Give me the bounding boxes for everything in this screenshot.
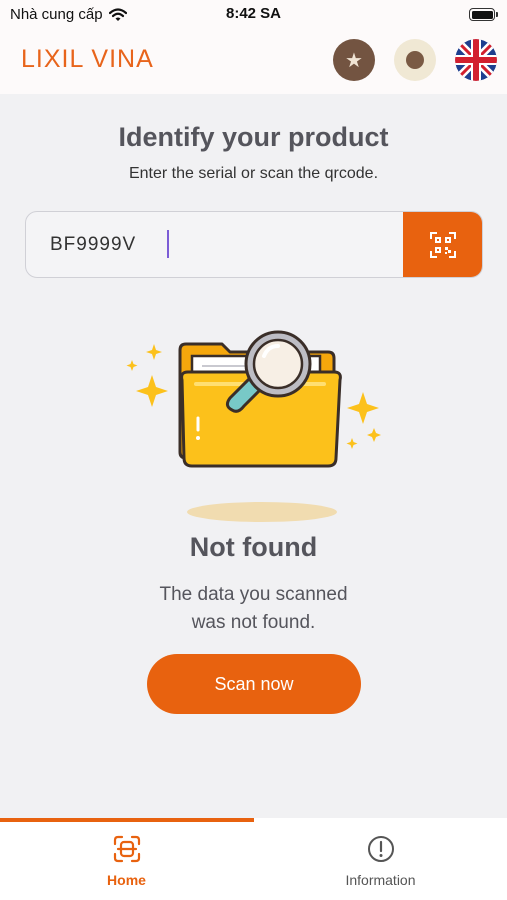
tab-information-label: Information xyxy=(345,872,416,888)
shadow-ellipse xyxy=(187,502,337,522)
not-found-title: Not found xyxy=(189,532,318,562)
dot-icon xyxy=(406,51,424,69)
page-title: Identify your product xyxy=(118,122,389,152)
scan-frame-icon xyxy=(113,835,140,863)
sparkle-icon xyxy=(347,392,379,424)
not-found-message-line2: was not found. xyxy=(191,612,316,633)
bottom-tab-bar: Home Information xyxy=(0,818,507,900)
battery-icon xyxy=(469,8,498,21)
qr-scan-icon xyxy=(430,231,456,258)
scan-now-button[interactable]: Scan now xyxy=(147,654,361,714)
serial-input[interactable] xyxy=(26,212,404,277)
sparkle-icon xyxy=(146,344,162,360)
info-circle-icon xyxy=(367,836,394,862)
not-found-message: The data you scanned was not found. xyxy=(0,581,507,637)
sparkle-icon xyxy=(126,360,138,371)
clock: 8:42 SA xyxy=(225,5,282,22)
tab-information[interactable]: Information xyxy=(254,822,507,900)
status-bar: Nhà cung cấp 8:42 SA xyxy=(0,0,507,30)
app-header: LIXIL VINA ★ xyxy=(0,30,507,94)
sparkle-icon xyxy=(367,428,381,442)
qr-scan-button[interactable] xyxy=(403,212,482,277)
star-icon: ★ xyxy=(345,49,363,72)
tab-home-label: Home xyxy=(107,872,146,888)
sparkle-icon xyxy=(346,438,358,449)
language-button[interactable] xyxy=(455,39,497,81)
favorite-button[interactable]: ★ xyxy=(333,39,375,81)
app-title: LIXIL VINA xyxy=(21,45,154,73)
not-found-illustration xyxy=(126,330,381,522)
serial-search-box xyxy=(25,211,483,278)
sparkle-icon xyxy=(136,375,168,407)
not-found-message-line1: The data you scanned xyxy=(159,584,348,605)
text-caret xyxy=(167,230,169,258)
tab-home[interactable]: Home xyxy=(0,822,253,900)
page-subtitle: Enter the serial or scan the qrcode. xyxy=(128,165,379,182)
profile-button[interactable] xyxy=(394,39,436,81)
uk-flag-icon xyxy=(455,39,497,81)
